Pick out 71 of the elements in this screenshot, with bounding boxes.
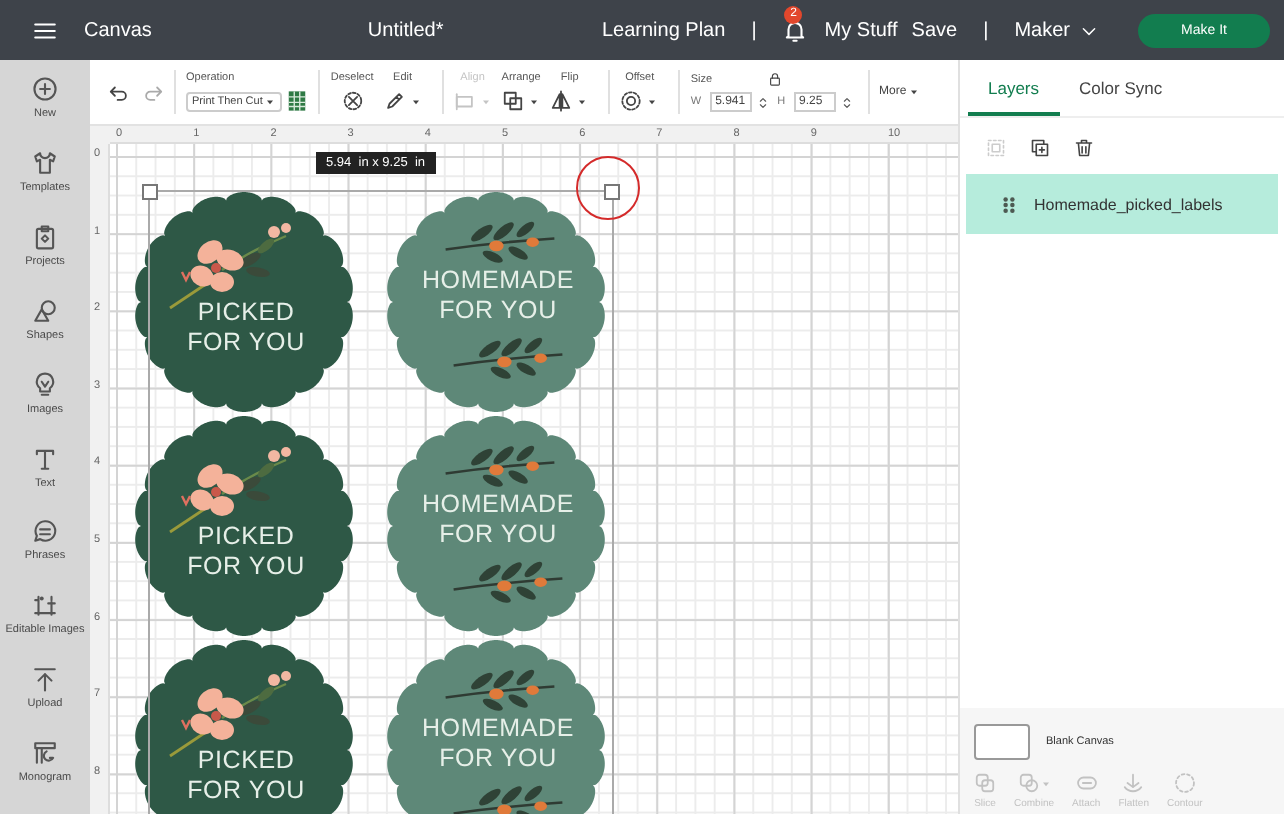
layer-group-icon xyxy=(1000,193,1018,215)
label-text: FOR YOU xyxy=(439,296,557,326)
menu-icon[interactable] xyxy=(32,17,58,43)
canvas-swatch[interactable] xyxy=(974,724,1030,760)
resize-handle[interactable] xyxy=(604,184,620,200)
sprig-drawing xyxy=(450,560,566,608)
combine-icon xyxy=(1017,772,1039,794)
pencil-icon xyxy=(383,90,406,112)
lightbulb-icon xyxy=(32,371,58,398)
scalloped-label[interactable] xyxy=(387,192,605,412)
label-text: FOR YOU xyxy=(439,744,557,774)
trash-icon[interactable] xyxy=(1074,138,1094,158)
label-text: HOMEMADE xyxy=(421,266,574,296)
label-text: PICKED xyxy=(197,298,295,328)
resize-handle[interactable] xyxy=(142,184,158,200)
label-text: FOR YOU xyxy=(439,520,557,550)
label-text: PICKED xyxy=(197,746,295,776)
sprig-drawing xyxy=(442,444,558,492)
nav-link[interactable]: Save xyxy=(911,19,958,41)
offset-icon xyxy=(620,90,643,112)
duplicate-icon[interactable] xyxy=(1030,138,1050,158)
label-text: HOMEMADE xyxy=(421,490,574,520)
scalloped-label[interactable] xyxy=(387,416,605,636)
lock-icon[interactable] xyxy=(768,72,783,86)
upload-icon xyxy=(32,666,58,693)
machine-dropdown[interactable]: Maker xyxy=(1014,19,1098,41)
clipboard-icon xyxy=(32,223,58,250)
attach-icon xyxy=(1075,772,1098,794)
caret-icon xyxy=(908,86,921,98)
editable-image-icon xyxy=(32,592,58,619)
label-text: HOMEMADE xyxy=(421,714,574,744)
shirt-icon xyxy=(32,149,58,176)
speech-bubble-icon xyxy=(32,518,58,545)
spinner-icon[interactable] xyxy=(755,95,770,109)
app-title: Canvas xyxy=(84,19,152,41)
scalloped-label[interactable] xyxy=(387,640,605,814)
panel-tab[interactable]: Layers xyxy=(968,78,1060,116)
separator: | xyxy=(983,19,989,41)
label-text: FOR YOU xyxy=(187,776,305,806)
label-text: FOR YOU xyxy=(187,552,305,582)
flip-icon xyxy=(550,90,573,112)
contour-icon xyxy=(1173,772,1196,794)
separator: | xyxy=(751,19,757,41)
text-tool-icon xyxy=(32,445,58,472)
scalloped-label[interactable] xyxy=(135,640,353,814)
slice-icon xyxy=(974,772,996,794)
scalloped-label[interactable] xyxy=(135,416,353,636)
panel-tab[interactable]: Color Sync xyxy=(1059,78,1183,116)
plus-circle-icon xyxy=(32,76,58,102)
sprig-drawing xyxy=(442,668,558,716)
nav-link[interactable]: Learning Plan xyxy=(601,19,726,41)
label-text: PICKED xyxy=(197,522,295,552)
flatten-icon xyxy=(1122,772,1145,794)
caret-icon xyxy=(264,95,277,107)
layer-row[interactable]: Homemade_picked_labels xyxy=(966,174,1278,234)
sprig-drawing xyxy=(450,336,566,384)
label-text: FOR YOU xyxy=(187,328,305,358)
shapes-icon xyxy=(32,297,58,324)
align-icon xyxy=(453,90,476,112)
monogram-icon xyxy=(32,740,58,767)
grid-icon[interactable] xyxy=(286,90,309,112)
sprig-drawing xyxy=(442,220,558,268)
deselect-icon xyxy=(341,90,364,112)
bell-icon[interactable] xyxy=(782,17,809,43)
scalloped-label[interactable] xyxy=(135,192,353,412)
document-title: Untitled* xyxy=(367,19,444,41)
arrange-icon xyxy=(502,90,525,112)
highlight-circle xyxy=(576,156,640,220)
undo-icon[interactable] xyxy=(108,81,130,103)
spinner-icon[interactable] xyxy=(839,95,854,109)
nav-link[interactable]: My Stuff xyxy=(824,19,898,41)
